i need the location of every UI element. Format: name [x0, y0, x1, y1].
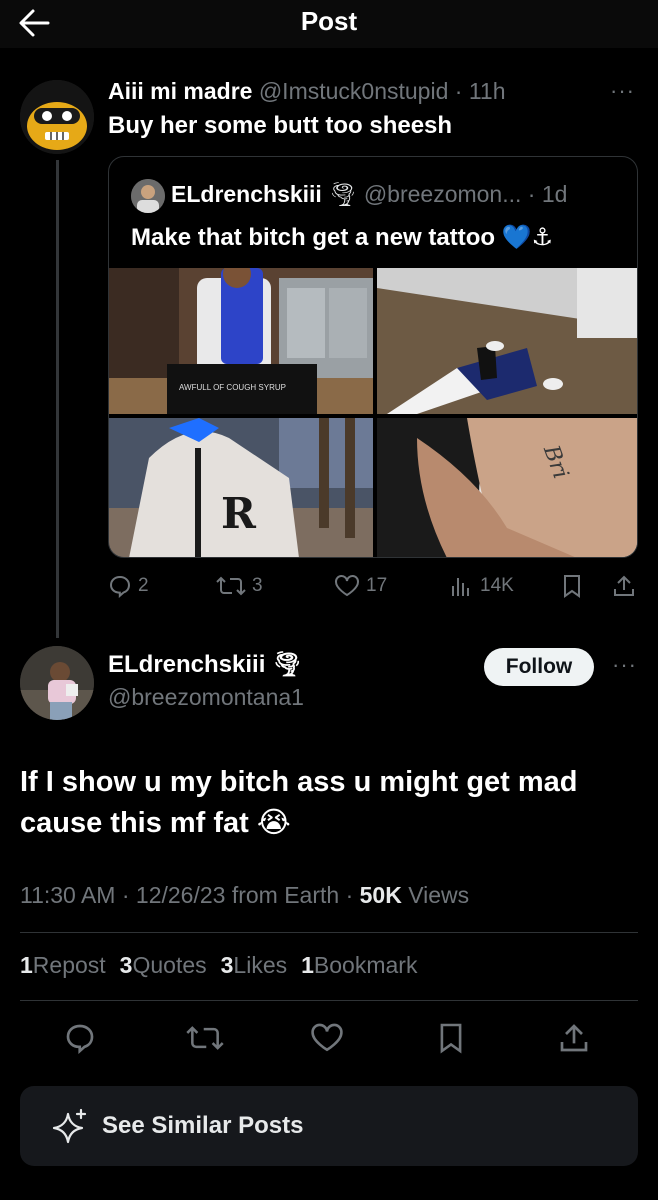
- bookmark-button[interactable]: [438, 1022, 464, 1054]
- more-options-icon[interactable]: ···: [610, 78, 635, 104]
- avatar[interactable]: [20, 80, 94, 154]
- reply-icon: [66, 1024, 94, 1054]
- post-timestamp[interactable]: 11:30 AM · 12/26/23 from Earth ·: [20, 882, 360, 908]
- quote-text: Make that bitch get a new tattoo 💙⚓: [131, 224, 554, 251]
- media-photo-3[interactable]: R: [109, 418, 373, 557]
- see-similar-label: See Similar Posts: [102, 1112, 304, 1139]
- share-button[interactable]: [558, 1022, 590, 1054]
- reply-count: 2: [138, 575, 149, 596]
- reply-button[interactable]: [64, 1022, 96, 1054]
- reply-button[interactable]: 2: [108, 574, 149, 598]
- share-icon: [560, 1024, 588, 1052]
- quote-age: 1d: [541, 181, 568, 207]
- quote-avatar: [131, 179, 165, 213]
- see-similar-posts-button[interactable]: See Similar Posts: [20, 1086, 638, 1166]
- quote-handle: @breezomon...: [363, 181, 522, 207]
- quote-header: ELdrenchskiii 🌪 @breezomon... · 1d: [171, 181, 567, 208]
- parent-handle[interactable]: @Imstuck0nstupid: [259, 78, 449, 104]
- like-count: 17: [366, 575, 388, 596]
- avatar[interactable]: [20, 646, 94, 720]
- bookmark-icon: [564, 575, 580, 598]
- top-bar: Post: [0, 0, 658, 48]
- sparkle-icon: [50, 1106, 90, 1146]
- author-handle[interactable]: @breezomontana1: [108, 684, 304, 711]
- repost-icon: [216, 576, 246, 596]
- bookmarks-stat[interactable]: 1Bookmark: [301, 952, 417, 979]
- separator-dot: ·: [527, 181, 536, 207]
- views-button[interactable]: 14K: [450, 574, 514, 598]
- views-count: 14K: [480, 575, 514, 596]
- media-photo-4[interactable]: Bri: [377, 418, 637, 557]
- likes-stat[interactable]: 3Likes: [221, 952, 288, 979]
- heart-icon: [311, 1023, 343, 1052]
- shirt-print: AWFULL OF COUGH SYRUP: [179, 383, 286, 392]
- repost-icon: [186, 1026, 224, 1050]
- tornado-emoji: 🌪: [272, 651, 303, 678]
- repost-button[interactable]: [186, 1022, 224, 1054]
- parent-age[interactable]: 11h: [469, 78, 506, 104]
- media-photo-2[interactable]: [377, 268, 637, 414]
- author-name[interactable]: ELdrenchskiii 🌪: [108, 650, 303, 679]
- reposts-stat[interactable]: 1Repost: [20, 952, 106, 979]
- tornado-emoji: 🌪: [328, 181, 358, 207]
- reply-icon: [109, 575, 131, 598]
- parent-display-name[interactable]: Aiii mi madre: [108, 78, 252, 104]
- quotes-stat[interactable]: 3Quotes: [120, 952, 207, 979]
- display-name: ELdrenchskiii: [108, 651, 266, 678]
- views-count: 50K: [359, 882, 402, 908]
- more-options-icon[interactable]: ···: [612, 652, 637, 678]
- post-meta: 11:30 AM · 12/26/23 from Earth · 50K Vie…: [20, 882, 469, 909]
- bookmark-icon: [440, 1023, 462, 1054]
- bookmark-button[interactable]: [562, 574, 582, 598]
- post-text: If I show u my bitch ass u might get mad…: [20, 766, 578, 839]
- parent-post-header: Aiii mi madre @Imstuck0nstupid · 11h: [108, 78, 506, 105]
- repost-button[interactable]: 3: [216, 574, 263, 598]
- views-label: Views: [401, 882, 470, 908]
- divider: [20, 1000, 638, 1001]
- separator-dot: ·: [454, 78, 463, 104]
- like-button[interactable]: 17: [334, 574, 387, 598]
- analytics-icon: [452, 578, 469, 596]
- media-photo-1[interactable]: AWFULL OF COUGH SYRUP: [109, 268, 373, 414]
- quoted-post[interactable]: ELdrenchskiii 🌪 @breezomon... · 1d Make …: [108, 156, 638, 558]
- like-button[interactable]: [310, 1022, 344, 1054]
- heart-icon: [335, 575, 359, 597]
- page-title: Post: [300, 6, 358, 36]
- thread-line: [56, 160, 59, 638]
- parent-post-text: Buy her some butt too sheesh: [108, 112, 453, 139]
- svg-text:R: R: [221, 489, 257, 538]
- engagement-stats: 1Repost 3Quotes 3Likes 1Bookmark: [20, 952, 417, 979]
- follow-button[interactable]: Follow: [484, 648, 594, 686]
- share-icon: [614, 575, 634, 596]
- repost-count: 3: [252, 575, 263, 596]
- quote-display-name: ELdrenchskiii: [171, 181, 322, 207]
- share-button[interactable]: [612, 574, 636, 598]
- divider: [20, 932, 638, 933]
